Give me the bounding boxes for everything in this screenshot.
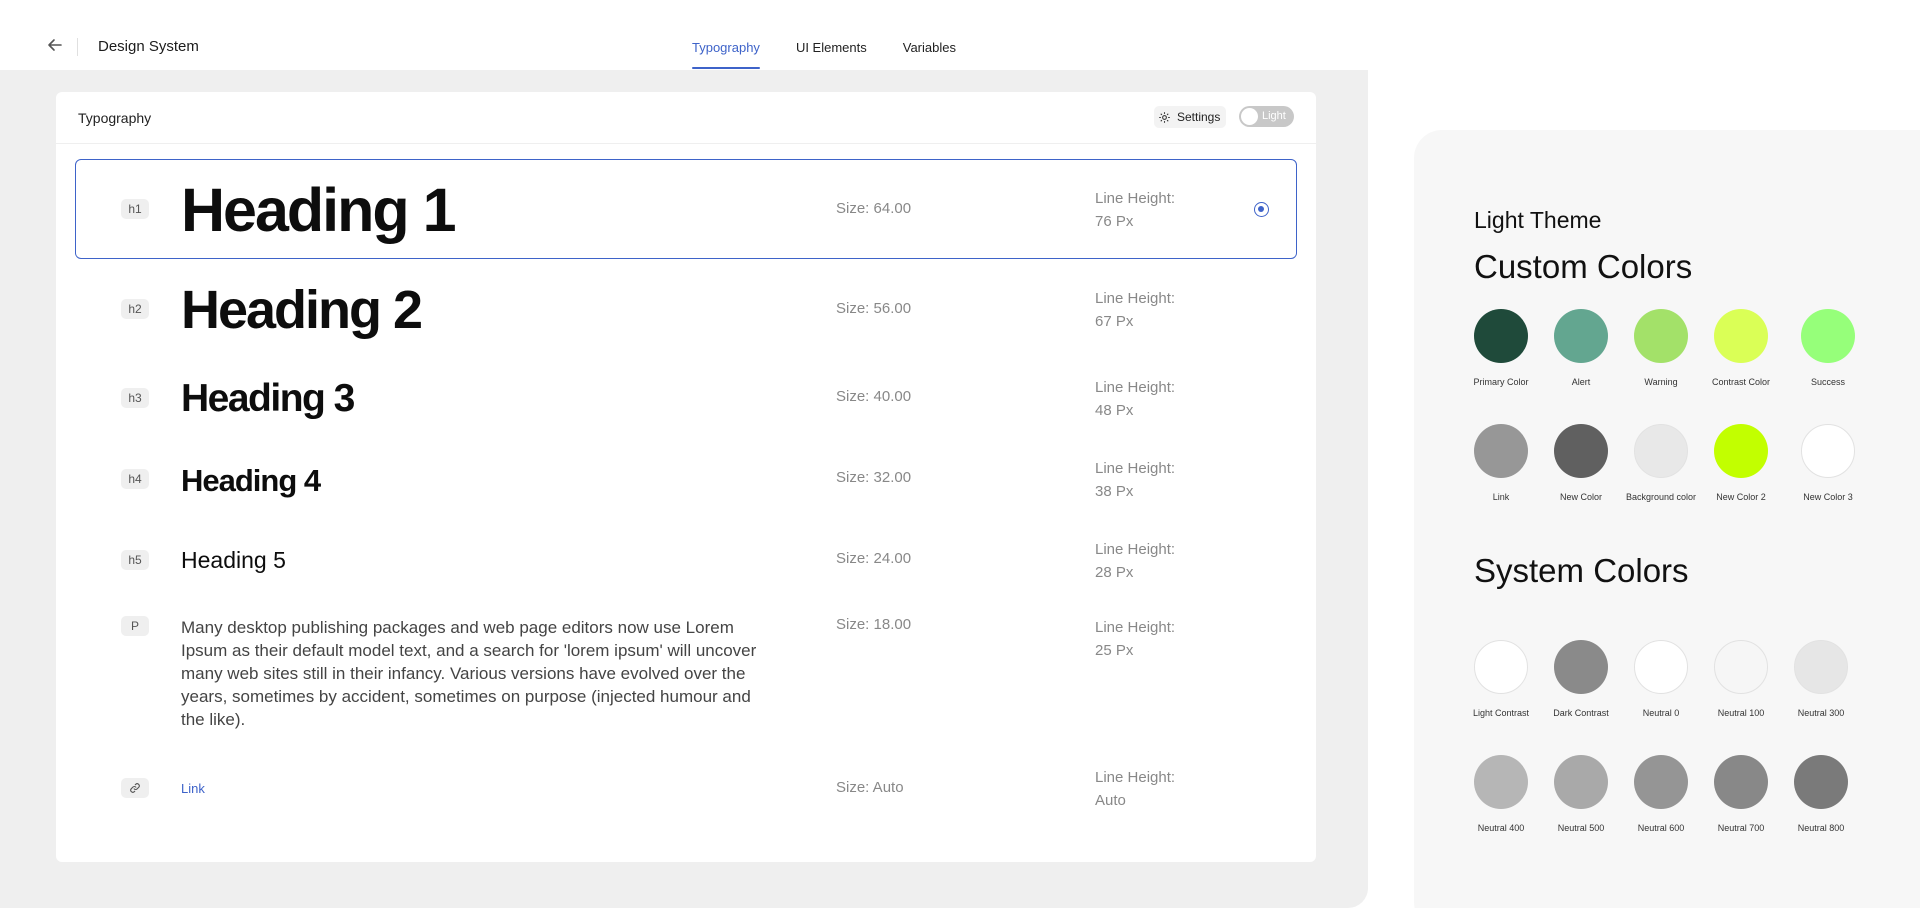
color-swatch[interactable] (1714, 309, 1768, 363)
theme-panel: Light Theme Custom Colors System Colors … (1414, 130, 1920, 908)
color-swatch[interactable] (1801, 424, 1855, 478)
type-row-link[interactable]: Link Size: Auto Line Height: Auto (75, 754, 1297, 834)
color-swatch[interactable] (1554, 755, 1608, 809)
toggle-knob (1241, 108, 1258, 125)
canvas: Typography Settings Light h1 Heading 1 S… (0, 70, 1368, 908)
color-swatch[interactable] (1474, 755, 1528, 809)
color-swatch[interactable] (1714, 640, 1768, 694)
color-swatch[interactable] (1554, 424, 1608, 478)
size-value: Size: 56.00 (836, 300, 912, 317)
line-height-label: Line Height: (1095, 460, 1176, 477)
color-swatch[interactable] (1714, 424, 1768, 478)
line-height-label: Line Height: (1095, 769, 1176, 786)
type-row-h1[interactable]: h1 Heading 1 Size: 64.00 Line Height: 76… (75, 159, 1297, 259)
color-swatch[interactable] (1794, 755, 1848, 809)
tag-h4: h4 (121, 469, 149, 489)
line-height-value: 25 Px (1095, 642, 1134, 659)
custom-colors-heading: Custom Colors (1474, 248, 1693, 285)
line-height-value: Auto (1095, 792, 1126, 809)
color-swatch[interactable] (1474, 424, 1528, 478)
color-swatch-label: New Color 3 (1803, 492, 1853, 502)
color-swatch[interactable] (1634, 755, 1688, 809)
line-height-label: Line Height: (1095, 619, 1176, 636)
link-icon (130, 783, 140, 793)
line-height-block: Line Height: 25 Px (1095, 616, 1175, 662)
settings-button[interactable]: Settings (1154, 106, 1227, 128)
size-value: Size: 18.00 (836, 616, 912, 633)
line-height-value: 48 Px (1095, 402, 1134, 419)
line-height-block: Line Height: 76 Px (1095, 187, 1175, 233)
toggle-label: Light (1262, 110, 1286, 122)
color-swatch[interactable] (1801, 309, 1855, 363)
type-row-h4[interactable]: h4 Heading 4 Size: 32.00 Line Height: 38… (75, 439, 1297, 519)
sample-heading-5: Heading 5 (181, 547, 286, 573)
gear-icon (1159, 111, 1170, 123)
top-bar: Design System Typography UI Elements Var… (0, 0, 1368, 70)
color-swatch[interactable] (1634, 640, 1688, 694)
line-height-label: Line Height: (1095, 290, 1176, 307)
sample-heading-1: Heading 1 (181, 176, 457, 244)
tag-h2: h2 (121, 299, 149, 319)
type-row-h3[interactable]: h3 Heading 3 Size: 40.00 Line Height: 48… (75, 359, 1297, 439)
color-swatch[interactable] (1634, 309, 1688, 363)
sample-heading-4: Heading 4 (181, 463, 321, 498)
line-height-block: Line Height: Auto (1095, 766, 1175, 812)
tab-bar: Typography UI Elements Variables (692, 0, 992, 70)
settings-label: Settings (1177, 110, 1221, 124)
color-swatch[interactable] (1634, 424, 1688, 478)
line-height-block: Line Height: 67 Px (1095, 287, 1175, 333)
header-divider (77, 38, 78, 56)
size-value: Size: 24.00 (836, 550, 912, 567)
tab-typography[interactable]: Typography (692, 0, 760, 70)
type-row-paragraph[interactable]: P Many desktop publishing packages and w… (75, 599, 1297, 739)
line-height-value: 28 Px (1095, 564, 1134, 581)
panel-title: Typography (78, 110, 152, 126)
color-swatch[interactable] (1554, 640, 1608, 694)
color-swatch-label: Contrast Color (1711, 377, 1771, 387)
size-value: Size: Auto (836, 779, 904, 796)
size-value: Size: 32.00 (836, 469, 912, 486)
line-height-value: 38 Px (1095, 483, 1134, 500)
type-row-h5[interactable]: h5 Heading 5 Size: 24.00 Line Height: 28… (75, 519, 1297, 599)
color-swatch-label: Neutral 300 (1797, 708, 1845, 718)
line-height-label: Line Height: (1095, 379, 1176, 396)
typography-panel: Typography Settings Light h1 Heading 1 S… (56, 92, 1316, 862)
line-height-block: Line Height: 38 Px (1095, 457, 1175, 503)
sample-paragraph: Many desktop publishing packages and web… (181, 618, 757, 729)
color-swatch[interactable] (1474, 640, 1528, 694)
line-height-label: Line Height: (1095, 190, 1176, 207)
system-colors-heading: System Colors (1474, 552, 1689, 589)
tag-h5: h5 (121, 550, 149, 570)
color-swatch-label: Neutral 800 (1797, 823, 1845, 833)
color-swatch[interactable] (1554, 309, 1608, 363)
tag-h3: h3 (121, 388, 149, 408)
color-swatch-label: Success (1810, 377, 1845, 387)
type-row-h2[interactable]: h2 Heading 2 Size: 56.00 Line Height: 67… (75, 259, 1297, 359)
sample-link[interactable]: Link (181, 781, 205, 796)
sample-heading-2: Heading 2 (181, 280, 423, 340)
color-swatch[interactable] (1714, 755, 1768, 809)
sample-heading-3: Heading 3 (181, 377, 355, 420)
tab-ui-elements[interactable]: UI Elements (796, 0, 867, 70)
app-title: Design System (98, 38, 199, 55)
line-height-block: Line Height: 48 Px (1095, 376, 1175, 422)
panel-header: Typography Settings Light (56, 92, 1316, 144)
tab-variables[interactable]: Variables (903, 0, 956, 70)
size-value: Size: 64.00 (836, 200, 912, 217)
selected-radio[interactable] (1254, 202, 1269, 217)
line-height-value: 76 Px (1095, 213, 1134, 230)
theme-toggle[interactable]: Light (1239, 106, 1294, 127)
line-height-label: Line Height: (1095, 541, 1176, 558)
line-height-value: 67 Px (1095, 313, 1134, 330)
color-swatch-label: New Color 2 (1716, 492, 1766, 502)
tag-h1: h1 (121, 199, 149, 219)
line-height-block: Line Height: 28 Px (1095, 538, 1175, 584)
back-arrow-icon[interactable] (44, 34, 66, 56)
size-value: Size: 40.00 (836, 388, 912, 405)
color-swatch[interactable] (1794, 640, 1848, 694)
color-swatch[interactable] (1474, 309, 1528, 363)
tag-link (121, 778, 149, 798)
tag-paragraph: P (121, 616, 149, 636)
theme-label: Light Theme (1474, 207, 1602, 233)
